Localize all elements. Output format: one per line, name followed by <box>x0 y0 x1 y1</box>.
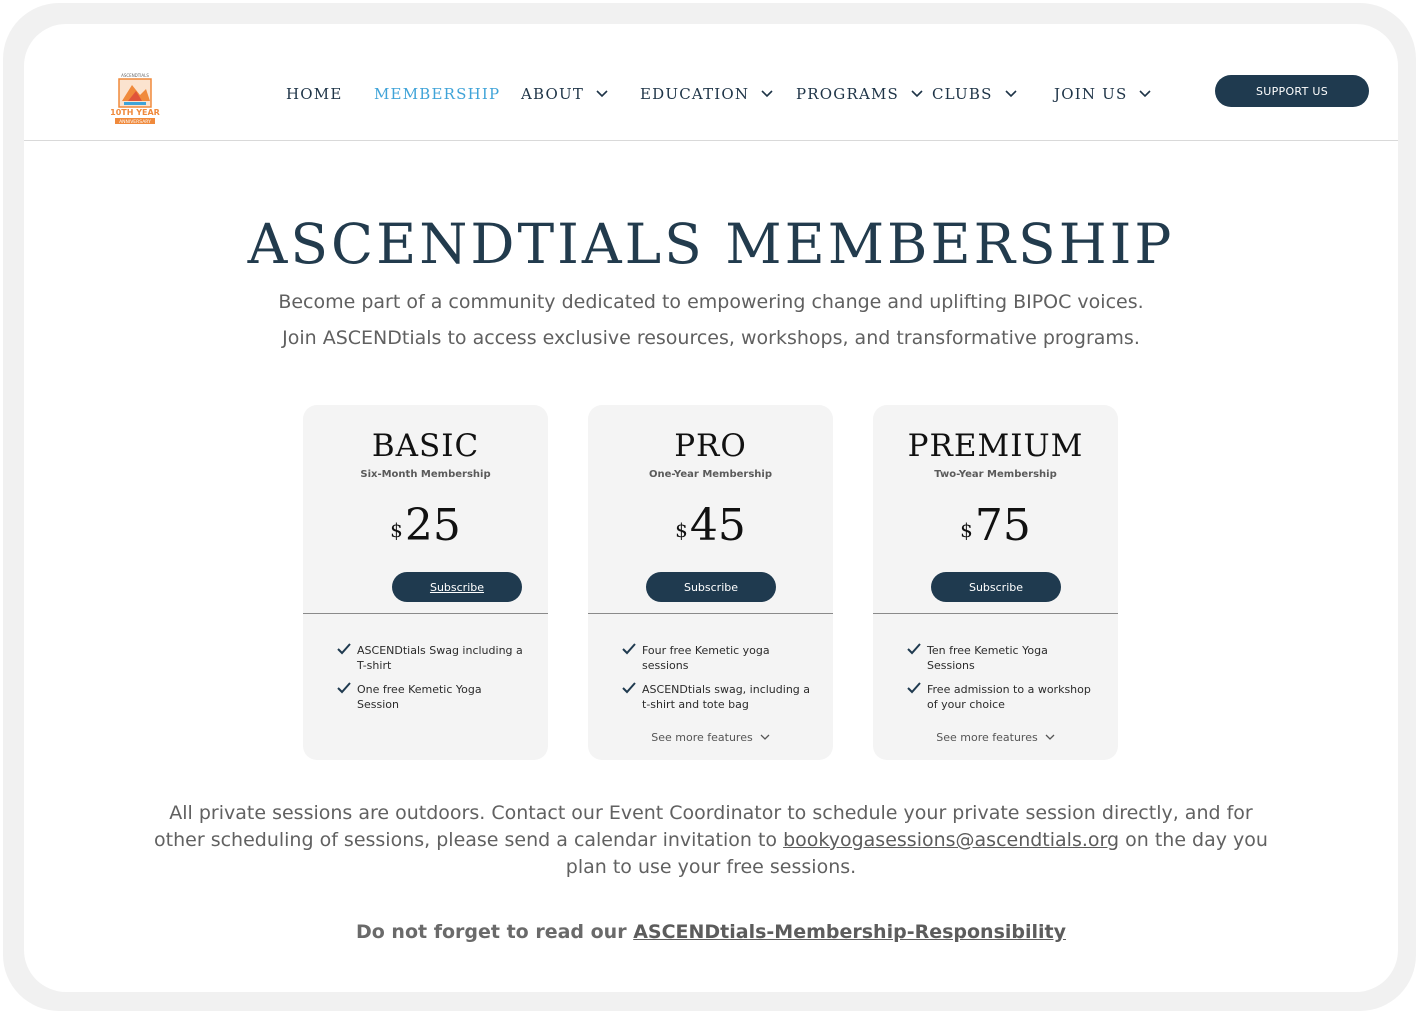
membership-responsibility-link[interactable]: ASCENDtials-Membership-Responsibility <box>633 921 1066 943</box>
feature-item: Ten free Kemetic Yoga Sessions <box>907 643 1097 673</box>
subscribe-label: Subscribe <box>683 580 739 594</box>
subscribe-button[interactable]: Subscribe <box>646 572 776 602</box>
chevron-down-icon <box>911 90 923 98</box>
currency-symbol: $ <box>675 518 688 542</box>
see-more-features-link[interactable]: See more features <box>588 731 833 744</box>
nav-about[interactable]: ABOUT <box>521 82 608 106</box>
plan-card-pro: PRO One-Year Membership $45 Subscribe Fo… <box>588 405 833 760</box>
plan-term: Six-Month Membership <box>360 469 491 480</box>
feature-item: ASCENDtials Swag including a T-shirt <box>337 643 527 673</box>
feature-text: Free admission to a workshop of your cho… <box>927 683 1091 711</box>
feature-text: Four free Kemetic yoga sessions <box>642 644 770 672</box>
plan-price: $25 <box>303 501 548 560</box>
feature-item: ASCENDtials swag, including a t-shirt an… <box>622 682 812 712</box>
feature-text: One free Kemetic Yoga Session <box>357 683 482 711</box>
checkmark-icon <box>622 682 636 694</box>
feature-list: Four free Kemetic yoga sessions ASCENDti… <box>622 643 812 721</box>
checkmark-icon <box>622 643 636 655</box>
see-more-label: See more features <box>651 731 753 744</box>
feature-text: ASCENDtials swag, including a t-shirt an… <box>642 683 811 711</box>
hero-subtitle-line2: Join ASCENDtials to access exclusive res… <box>282 327 1140 349</box>
plan-card-basic: BASIC Six-Month Membership $25 Subscribe… <box>303 405 548 760</box>
feature-item: One free Kemetic Yoga Session <box>337 682 527 712</box>
anniversary-logo[interactable]: ASCENDTIALS 10TH YEAR ANNIVERSARY <box>110 71 160 127</box>
nav-programs[interactable]: PROGRAMS <box>796 82 923 106</box>
plan-card-premium: PREMIUM Two-Year Membership $75 Subscrib… <box>873 405 1118 760</box>
nav-home[interactable]: HOME <box>286 82 343 106</box>
price-amount: 45 <box>689 500 746 551</box>
chevron-down-icon <box>760 734 770 740</box>
price-amount: 25 <box>404 500 461 551</box>
svg-text:10TH YEAR: 10TH YEAR <box>110 108 160 117</box>
feature-list: ASCENDtials Swag including a T-shirt One… <box>337 643 527 721</box>
subscribe-button[interactable]: Subscribe <box>931 572 1061 602</box>
svg-text:ASCENDTIALS: ASCENDTIALS <box>121 73 149 78</box>
price-amount: 75 <box>974 500 1031 551</box>
plan-price: $75 <box>873 501 1118 560</box>
chevron-down-icon <box>761 90 773 98</box>
reminder-text: Do not forget to read our <box>355 921 634 943</box>
support-us-button[interactable]: SUPPORT US <box>1215 75 1369 107</box>
nav-membership-label: MEMBERSHIP <box>374 85 501 103</box>
responsibility-reminder: Do not forget to read our ASCENDtials-Me… <box>24 921 1398 943</box>
nav-join-us[interactable]: JOIN US <box>1054 82 1152 106</box>
booking-email-link[interactable]: bookyogasessions@ascendtials.org <box>783 829 1119 851</box>
plan-name: BASIC <box>371 428 480 464</box>
card-divider <box>588 613 833 614</box>
nav-membership[interactable]: MEMBERSHIP <box>374 82 500 106</box>
feature-item: Four free Kemetic yoga sessions <box>622 643 812 673</box>
subscribe-label: Subscribe <box>968 580 1024 594</box>
page-title: ASCENDTIALS MEMBERSHIP <box>247 212 1175 276</box>
chevron-down-icon <box>1139 90 1152 98</box>
chevron-down-icon <box>1004 90 1017 98</box>
feature-list: Ten free Kemetic Yoga Sessions Free admi… <box>907 643 1097 721</box>
feature-text: ASCENDtials Swag including a T-shirt <box>357 644 523 672</box>
plan-name: PREMIUM <box>907 428 1084 464</box>
nav-about-label: ABOUT <box>521 85 585 103</box>
chevron-down-icon <box>1045 734 1055 740</box>
card-divider <box>873 613 1118 614</box>
site-header: ASCENDTIALS 10TH YEAR ANNIVERSARY HOME M… <box>24 24 1398 141</box>
private-sessions-note: All private sessions are outdoors. Conta… <box>144 800 1278 881</box>
plan-price: $45 <box>588 501 833 560</box>
nav-education-label: EDUCATION <box>640 85 750 103</box>
nav-join-us-label: JOIN US <box>1054 85 1128 103</box>
chevron-down-icon <box>596 90 608 98</box>
plan-term: One-Year Membership <box>648 469 773 480</box>
checkmark-icon <box>907 643 921 655</box>
page: ASCENDTIALS 10TH YEAR ANNIVERSARY HOME M… <box>24 24 1398 992</box>
plan-name: PRO <box>674 428 747 464</box>
currency-symbol: $ <box>960 518 973 542</box>
currency-symbol: $ <box>390 518 403 542</box>
plan-term: Two-Year Membership <box>934 469 1057 480</box>
see-more-features-link[interactable]: See more features <box>873 731 1118 744</box>
nav-education[interactable]: EDUCATION <box>640 82 773 106</box>
nav-clubs[interactable]: CLUBS <box>932 82 1017 106</box>
card-divider <box>303 613 548 614</box>
subscribe-button[interactable]: Subscribe <box>392 572 522 602</box>
see-more-label: See more features <box>936 731 1038 744</box>
subscribe-label: Subscribe <box>429 580 485 594</box>
checkmark-icon <box>337 643 351 655</box>
nav-clubs-label: CLUBS <box>932 85 993 103</box>
hero-subtitle-line1: Become part of a community dedicated to … <box>278 291 1144 313</box>
feature-item: Free admission to a workshop of your cho… <box>907 682 1097 712</box>
feature-text: Ten free Kemetic Yoga Sessions <box>927 644 1048 672</box>
svg-text:ANNIVERSARY: ANNIVERSARY <box>119 119 151 125</box>
checkmark-icon <box>907 682 921 694</box>
checkmark-icon <box>337 682 351 694</box>
nav-programs-label: PROGRAMS <box>796 85 900 103</box>
nav-home-label: HOME <box>286 85 343 103</box>
